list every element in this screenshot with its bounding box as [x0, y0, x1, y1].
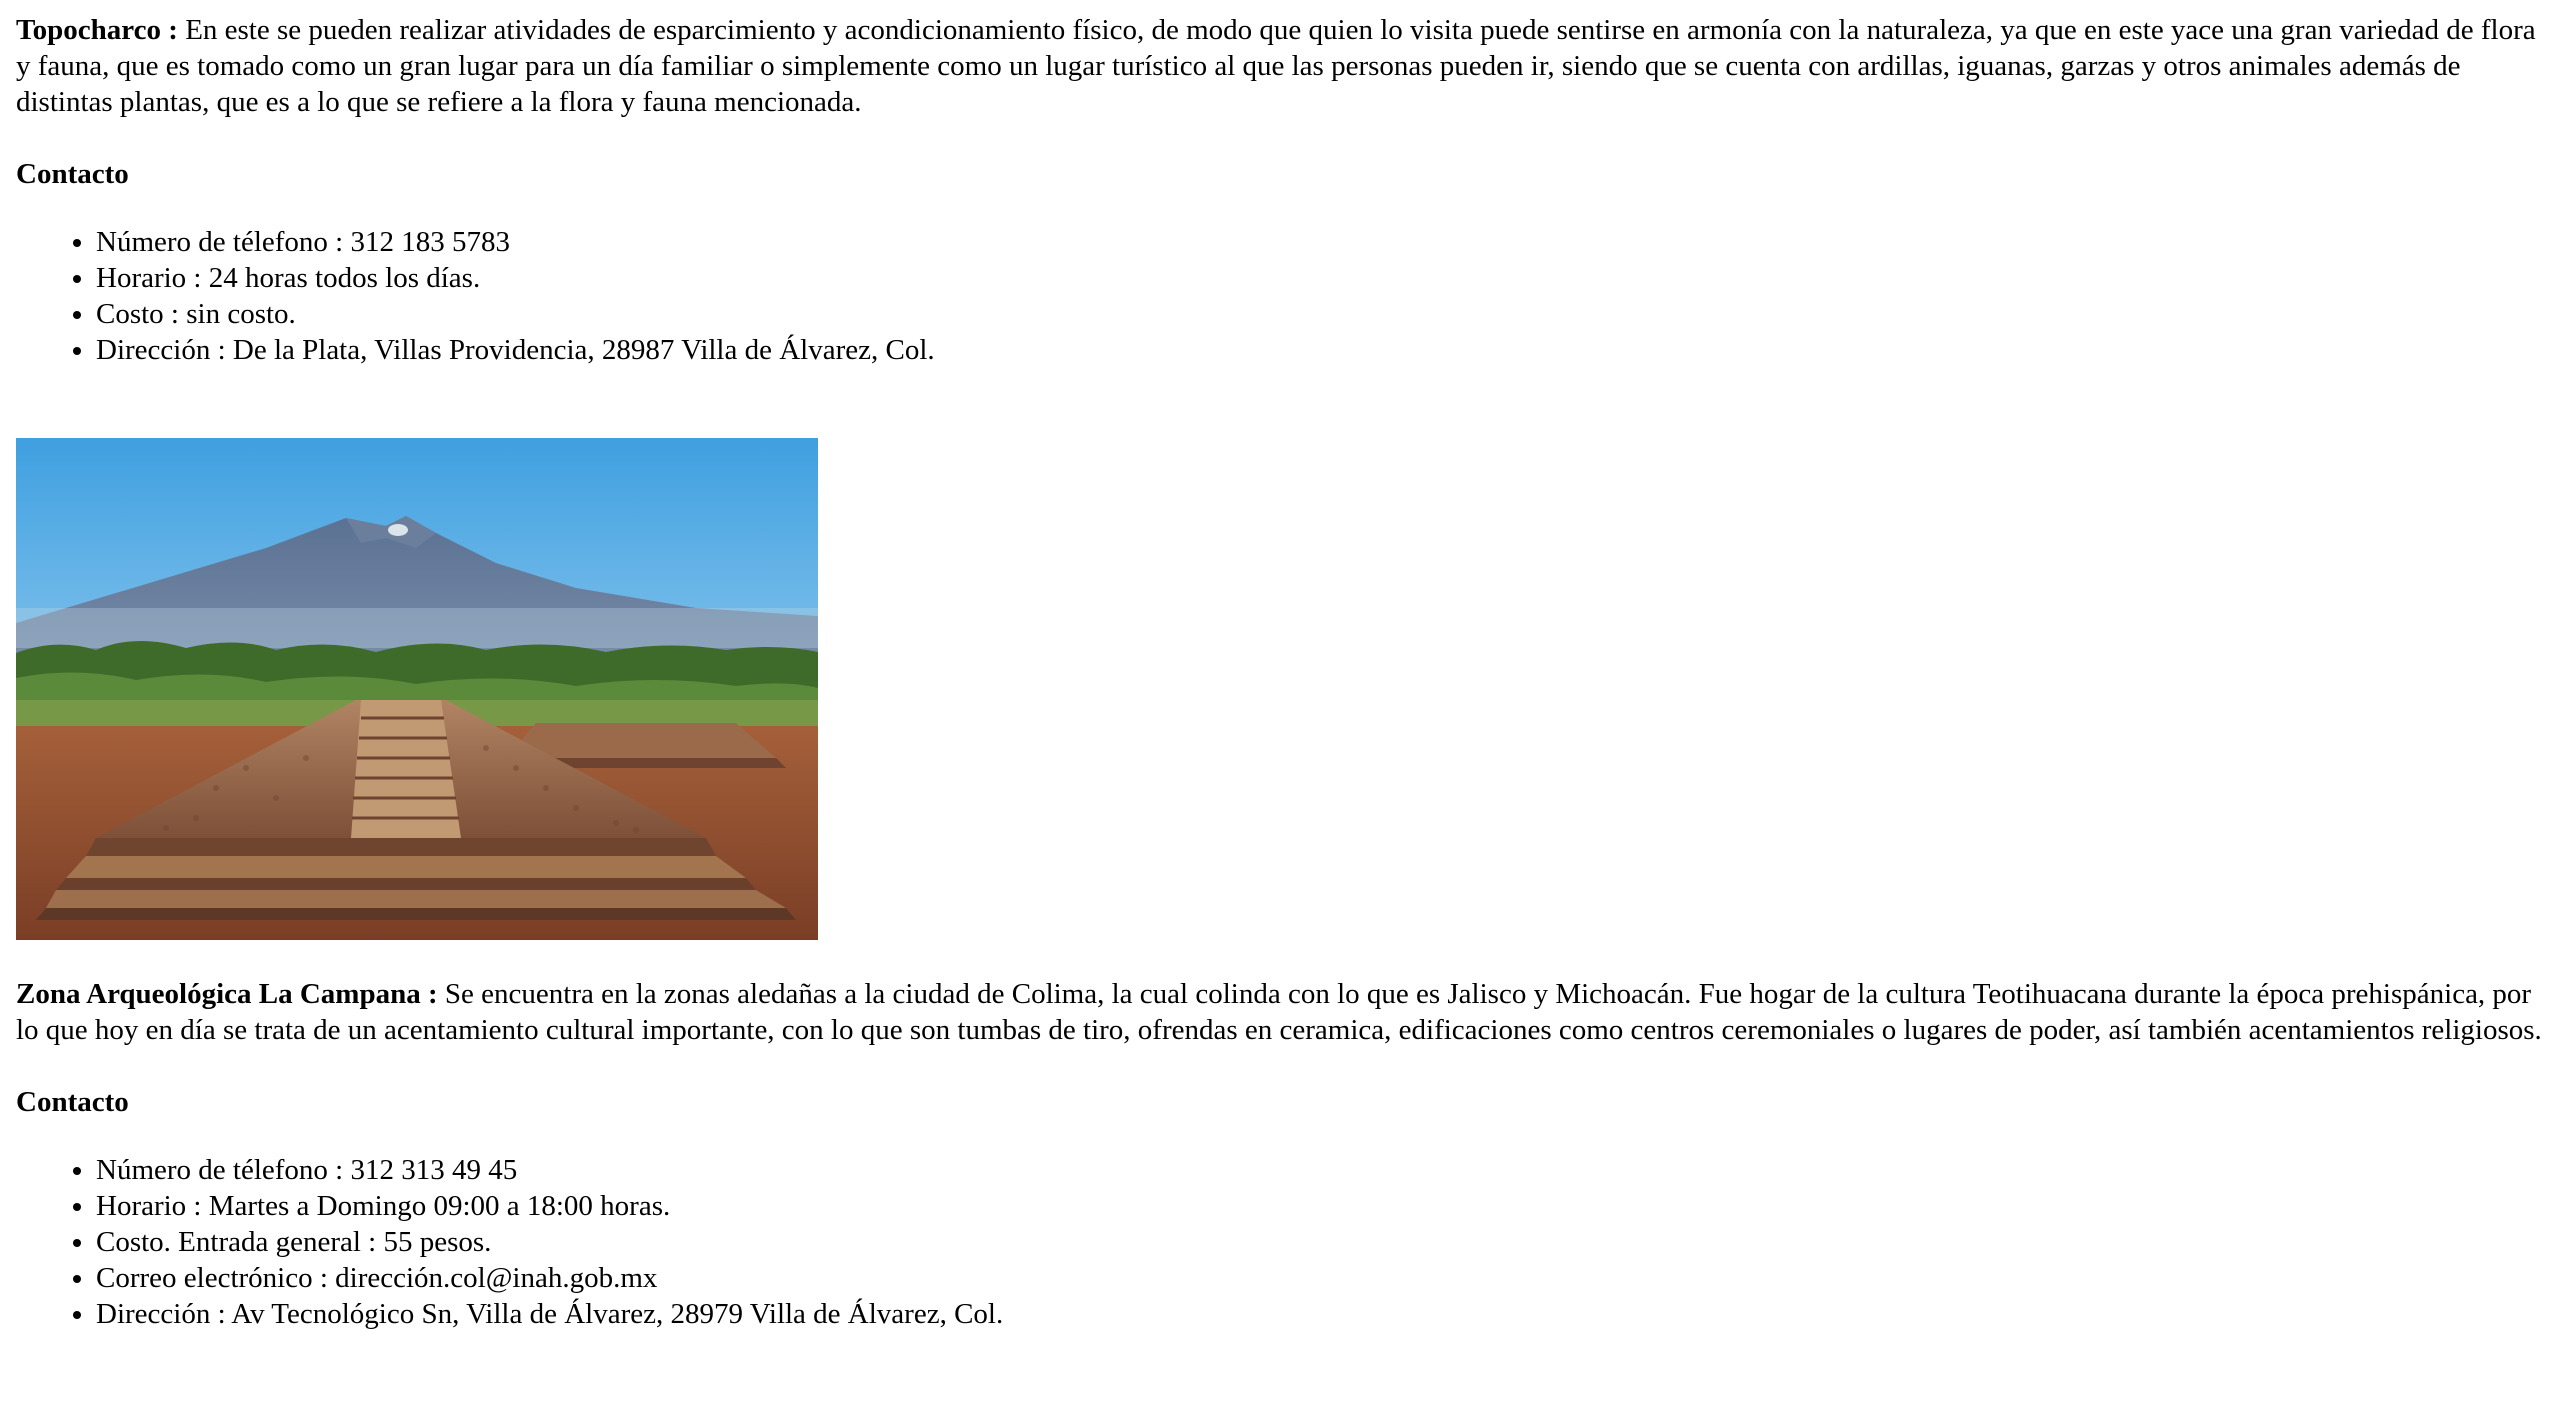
- la-campana-address: Dirección : Av Tecnológico Sn, Villa de …: [96, 1296, 2544, 1332]
- topocharco-title: Topocharco :: [16, 14, 178, 46]
- la-campana-title: Zona Arqueológica La Campana :: [16, 978, 438, 1010]
- la-campana-hours: Horario : Martes a Domingo 09:00 a 18:00…: [96, 1188, 2544, 1224]
- topocharco-contact-list: Número de télefono : 312 183 5783 Horari…: [16, 224, 2544, 368]
- la-campana-contact-list: Número de télefono : 312 313 49 45 Horar…: [16, 1152, 2544, 1332]
- topocharco-text: En este se pueden realizar atividades de…: [16, 14, 2536, 118]
- topocharco-description: Topocharco : En este se pueden realizar …: [16, 12, 2544, 120]
- topocharco-phone: Número de télefono : 312 183 5783: [96, 224, 2544, 260]
- topocharco-hours: Horario : 24 horas todos los días.: [96, 260, 2544, 296]
- topocharco-address: Dirección : De la Plata, Villas Providen…: [96, 332, 2544, 368]
- topocharco-contact-heading: Contacto: [16, 158, 129, 190]
- la-campana-description: Zona Arqueológica La Campana : Se encuen…: [16, 976, 2544, 1048]
- la-campana-contact-heading: Contacto: [16, 1086, 129, 1118]
- la-campana-phone: Número de télefono : 312 313 49 45: [96, 1152, 2544, 1188]
- topocharco-cost: Costo : sin costo.: [96, 296, 2544, 332]
- la-campana-cost: Costo. Entrada general : 55 pesos.: [96, 1224, 2544, 1260]
- page-content: Topocharco : En este se pueden realizar …: [0, 12, 2560, 1332]
- la-campana-email: Correo electrónico : dirección.col@inah.…: [96, 1260, 2544, 1296]
- la-campana-photo: [16, 438, 818, 940]
